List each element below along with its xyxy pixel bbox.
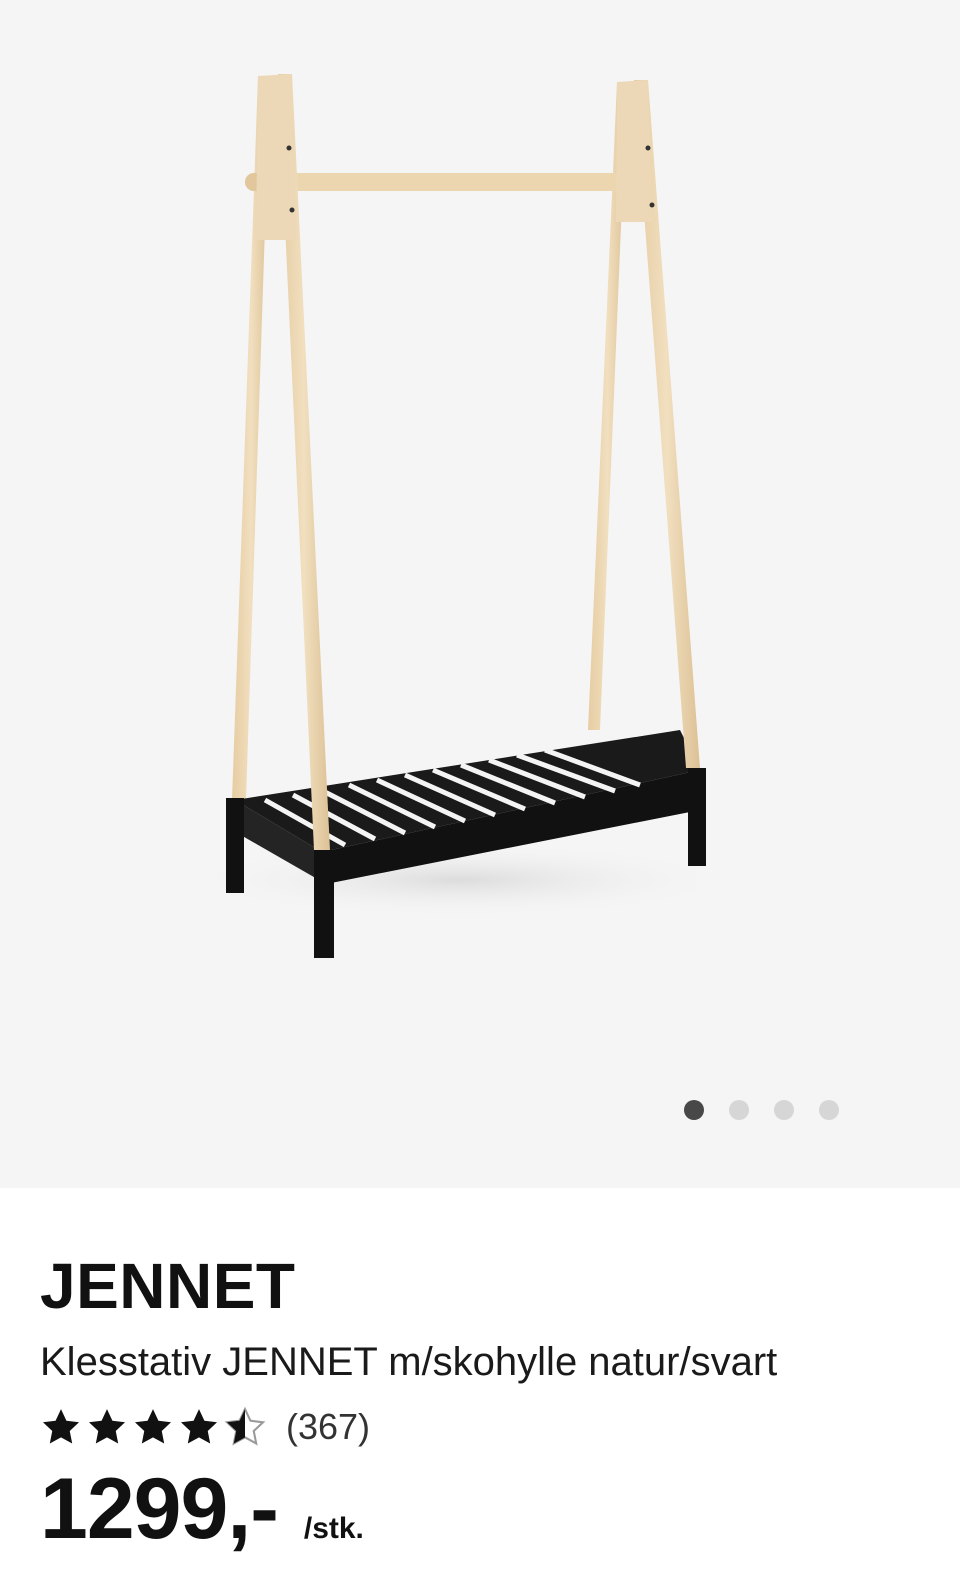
product-name: JENNET <box>40 1250 296 1322</box>
star-full-icon <box>42 1409 80 1444</box>
product-image[interactable] <box>0 0 960 1188</box>
product-description: Klesstativ JENNET m/skohylle natur/svart <box>40 1340 778 1384</box>
star-full-icon <box>134 1409 172 1444</box>
carousel-dot-4[interactable] <box>819 1100 839 1120</box>
product-image-gallery[interactable] <box>0 0 960 1188</box>
carousel-dots <box>684 1100 839 1120</box>
carousel-dot-2[interactable] <box>729 1100 749 1120</box>
carousel-dot-1[interactable] <box>684 1100 704 1120</box>
star-full-icon <box>88 1409 126 1444</box>
review-count[interactable]: (367) <box>286 1406 370 1448</box>
product-info: JENNET Klesstativ JENNET m/skohylle natu… <box>40 1254 920 1552</box>
product-rating[interactable]: (367) <box>40 1406 920 1448</box>
price-unit: /stk. <box>303 1512 364 1545</box>
carousel-dot-3[interactable] <box>774 1100 794 1120</box>
star-full-icon <box>180 1409 218 1444</box>
price-row: 1299,- /stk. <box>40 1466 920 1552</box>
star-half-icon <box>224 1406 266 1446</box>
product-price: 1299,- <box>40 1461 279 1557</box>
rating-stars <box>40 1406 266 1448</box>
